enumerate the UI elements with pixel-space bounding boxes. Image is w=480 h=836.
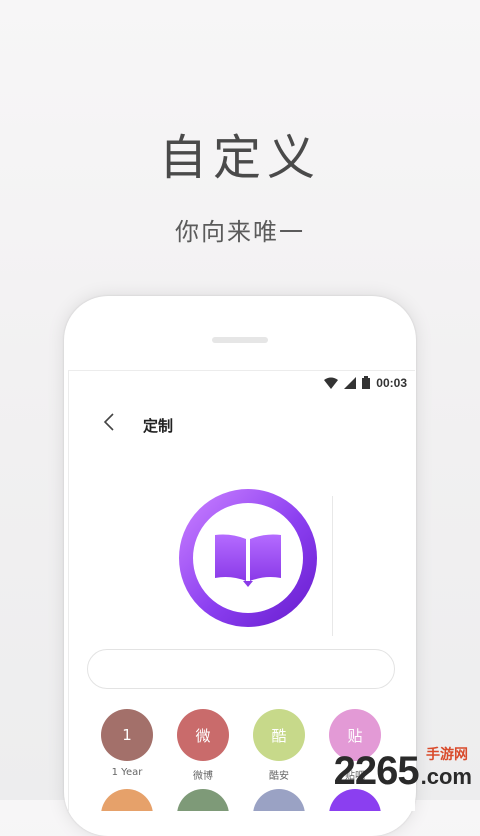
app-glyph: 酷 bbox=[271, 726, 287, 745]
app-glyph: 微 bbox=[195, 726, 211, 745]
app-item-1year[interactable]: 1 1 Year bbox=[97, 709, 157, 778]
app-label: 1 Year bbox=[111, 767, 143, 778]
back-button[interactable] bbox=[97, 412, 121, 436]
app-item-coolapk[interactable]: 酷 酷安 bbox=[249, 709, 309, 782]
app-circle: 酷 bbox=[253, 709, 305, 761]
app-circle[interactable] bbox=[177, 789, 229, 811]
page-title: 定制 bbox=[143, 417, 174, 435]
hero-title: 自定义 bbox=[158, 130, 321, 186]
chevron-left-icon bbox=[103, 413, 115, 435]
app-item-weibo[interactable]: 微 微博 bbox=[173, 709, 233, 782]
watermark: 2265 .com bbox=[334, 749, 472, 794]
status-time: 00:03 bbox=[376, 376, 407, 390]
customize-input[interactable] bbox=[87, 649, 395, 689]
battery-icon bbox=[362, 374, 371, 393]
phone-speaker bbox=[212, 337, 268, 343]
status-bar: 00:03 bbox=[324, 374, 407, 392]
hero-subtitle: 你向来唯一 bbox=[175, 218, 305, 246]
app-label: 酷安 bbox=[269, 771, 289, 782]
app-bar: 定制 bbox=[69, 409, 415, 439]
app-circle: 微 bbox=[177, 709, 229, 761]
watermark-domain: .com bbox=[420, 764, 472, 789]
watermark-number: 2265 bbox=[333, 749, 420, 793]
app-label: 微博 bbox=[193, 771, 213, 782]
wifi-icon bbox=[324, 374, 339, 393]
signal-icon bbox=[344, 374, 357, 393]
app-circle[interactable] bbox=[101, 789, 153, 811]
app-circle: 1 bbox=[101, 709, 153, 761]
app-circle[interactable] bbox=[253, 789, 305, 811]
app-glyph: 贴 bbox=[347, 726, 363, 745]
phone-screen: 00:03 定制 1 1 Year 微 微博 酷 酷安 贴 贴吧 bbox=[68, 370, 415, 811]
app-glyph: 1 bbox=[122, 726, 132, 744]
book-ring-logo bbox=[173, 483, 323, 633]
divider bbox=[332, 496, 333, 636]
